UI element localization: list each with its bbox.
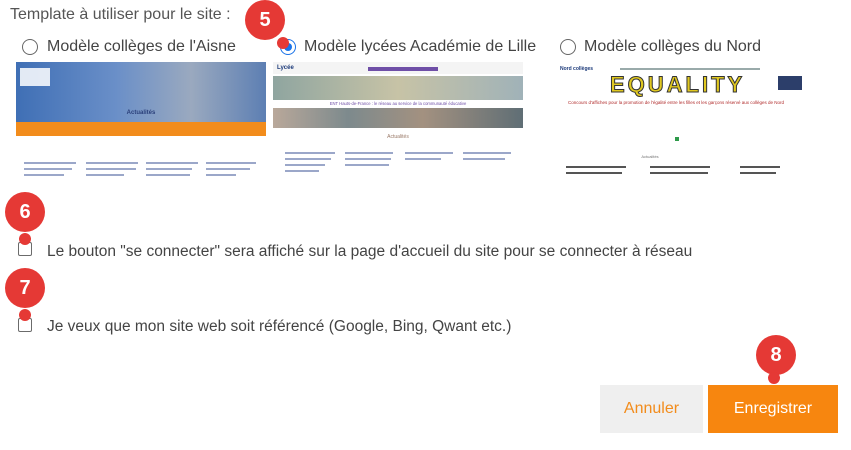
thumb-lille-section: Actualités — [387, 134, 409, 140]
template-label-lille[interactable]: Modèle lycées Académie de Lille — [304, 38, 536, 56]
thumb-nord-slider-dot — [675, 137, 679, 141]
thumb-lille-logo: Lycée — [277, 65, 294, 71]
thumb-nord-nav — [620, 68, 760, 70]
template-label-aisne[interactable]: Modèle collèges de l'Aisne — [47, 38, 236, 56]
template-label-nord[interactable]: Modèle collèges du Nord — [584, 38, 761, 56]
template-section-label: Template à utiliser pour le site : — [10, 6, 231, 23]
thumb-lille-images — [273, 108, 523, 128]
thumb-lille-nav — [368, 67, 438, 71]
template-radio-aisne[interactable] — [22, 39, 38, 55]
step-marker-6-pointer — [19, 233, 31, 245]
thumb-lille-headline: ENT Hauts-de-France : le réseau au servi… — [329, 101, 467, 106]
thumb-nord-banner: EQUALITY — [610, 72, 746, 98]
cancel-button[interactable]: Annuler — [600, 385, 703, 433]
thumb-aisne-banner-title: Actualités — [126, 110, 156, 116]
template-thumbnail-nord[interactable]: Nord collèges EQUALITY Concours d'affich… — [550, 62, 805, 190]
thumb-lille-hero — [273, 76, 523, 100]
thumb-aisne-banner — [16, 122, 266, 136]
step-marker-5: 5 — [245, 0, 285, 40]
connect-button-option-label: Le bouton "se connecter" sera affiché su… — [47, 243, 693, 260]
step-marker-7: 7 — [5, 268, 45, 308]
thumb-nord-logo: Nord collèges — [560, 66, 594, 72]
step-marker-8-pointer — [768, 372, 780, 384]
step-marker-7-pointer — [19, 309, 31, 321]
seo-option-label: Je veux que mon site web soit référencé … — [47, 318, 512, 335]
thumb-aisne-logo — [20, 68, 50, 86]
template-thumbnail-aisne[interactable]: Actualités — [16, 62, 266, 190]
thumb-nord-section: Actualités — [641, 154, 659, 159]
thumb-nord-avatar — [778, 76, 802, 90]
thumb-nord-caption: Concours d'affiches pour la promotion de… — [567, 100, 784, 105]
step-marker-5-pointer — [277, 37, 289, 49]
step-marker-8: 8 — [756, 335, 796, 375]
template-thumbnail-lille[interactable]: Lycée ENT Hauts-de-France : le réseau au… — [273, 62, 523, 190]
save-button[interactable]: Enregistrer — [708, 385, 838, 433]
template-radio-nord[interactable] — [560, 39, 576, 55]
step-marker-6: 6 — [5, 192, 45, 232]
